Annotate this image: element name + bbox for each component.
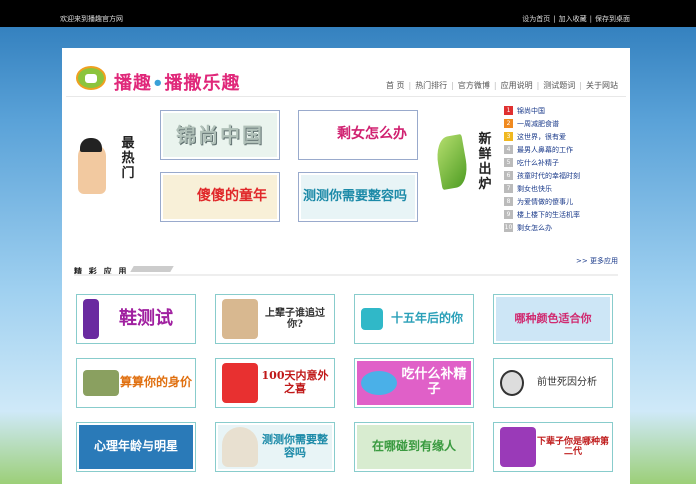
- calculator-icon: [361, 308, 383, 330]
- app-card-surgery-test[interactable]: 测测你需要整容吗: [215, 422, 335, 472]
- app-card-what-to-eat[interactable]: 吃什么补精子: [354, 358, 474, 408]
- app-card-past-life-death[interactable]: 前世死因分析: [493, 358, 613, 408]
- app-card-color-match[interactable]: 哪种颜色适合你: [493, 294, 613, 344]
- save-desktop-link[interactable]: 保存到桌面: [595, 15, 630, 23]
- banner-jinshang-text: 锦尚中国: [163, 113, 277, 157]
- logo-dot: •: [152, 73, 165, 94]
- logo-tv-icon: [76, 66, 106, 90]
- section-divider: [74, 274, 618, 276]
- banner-leftover-women[interactable]: 剩女怎么办: [298, 110, 418, 160]
- list-item[interactable]: 8 为爱情做的傻事儿: [504, 195, 624, 208]
- fresh-label: 新鲜出炉: [478, 132, 492, 192]
- list-item[interactable]: 9 楼上楼下的生活机率: [504, 208, 624, 221]
- banner-leftover-women-text: 剩女怎么办: [301, 113, 415, 157]
- nav-about[interactable]: 关于网站: [586, 81, 618, 90]
- list-item[interactable]: 1 锦尚中国: [504, 104, 624, 117]
- nav-hot-rank[interactable]: 热门排行: [415, 81, 447, 90]
- banner-plastic-surgery-text: 测测你需要整容吗: [301, 175, 415, 219]
- hot-section-label: 最热门: [74, 136, 149, 211]
- add-favorite-link[interactable]: 加入收藏: [559, 15, 587, 23]
- top-links: 设为首页 | 加入收藏 | 保存到桌面: [522, 15, 630, 23]
- header-divider: [66, 96, 626, 97]
- welcome-text: 欢迎来到播趣官方网: [60, 15, 123, 23]
- nav-app-help[interactable]: 应用说明: [501, 81, 533, 90]
- list-item[interactable]: 10 剩女怎么办: [504, 221, 624, 234]
- gift-box-icon: [222, 363, 258, 403]
- site-logo[interactable]: 播趣•播撒乐趣: [74, 60, 249, 96]
- list-item[interactable]: 7 剩女也快乐: [504, 182, 624, 195]
- list-item[interactable]: 2 一周减肥食谱: [504, 117, 624, 130]
- app-card-your-worth[interactable]: 算算你的身价: [76, 358, 196, 408]
- list-item[interactable]: 4 最男人鼻幕的工作: [504, 143, 624, 156]
- rank-list: 1 锦尚中国 2 一周减肥食谱 3 这世界，很有爱 4 最男人鼻幕的工作 5 吃什么补精子…: [504, 104, 624, 234]
- nav-home[interactable]: 首 页: [386, 81, 405, 90]
- banner-silly-childhood[interactable]: 傻傻的童年: [160, 172, 280, 222]
- mummy-face-icon: [222, 427, 258, 467]
- section-tag-decoration: [130, 266, 174, 272]
- app-card-mental-age[interactable]: 心理年龄与明星: [76, 422, 196, 472]
- main-page: 播趣•播撒乐趣 首 页 | 热门排行 | 官方微博 | 应用说明 | 测试题词 | 关于网站 最热门…: [62, 48, 630, 484]
- more-apps-link[interactable]: >> 更多应用: [576, 256, 618, 266]
- banner-silly-childhood-text: 傻傻的童年: [163, 175, 277, 219]
- couple-icon: [222, 299, 258, 339]
- top-bar: 欢迎来到播趣官方网 设为首页 | 加入收藏 | 保存到桌面: [0, 0, 696, 27]
- list-item[interactable]: 5 吃什么补精子: [504, 156, 624, 169]
- list-item[interactable]: 3 这世界，很有爱: [504, 130, 624, 143]
- app-card-past-life-suitor[interactable]: 上辈子谁追过你?: [215, 294, 335, 344]
- hot-label: 最热门: [121, 136, 135, 181]
- logo-text-a: 播趣: [114, 73, 152, 94]
- app-card-next-life[interactable]: 下辈子你是哪种第二代: [493, 422, 613, 472]
- banner-jinshang[interactable]: 锦尚中国: [160, 110, 280, 160]
- app-card-100-days[interactable]: 100天内意外之喜: [215, 358, 335, 408]
- skull-icon: [500, 370, 524, 396]
- app-card-shoe-test[interactable]: 鞋测试: [76, 294, 196, 344]
- megaphone-girl-icon: [78, 138, 106, 194]
- set-homepage-link[interactable]: 设为首页: [522, 15, 550, 23]
- nav-weibo[interactable]: 官方微博: [458, 81, 490, 90]
- main-nav: 首 页 | 热门排行 | 官方微博 | 应用说明 | 测试题词 | 关于网站: [385, 81, 618, 90]
- app-card-fifteen-years[interactable]: 十五年后的你: [354, 294, 474, 344]
- nav-test-words[interactable]: 测试题词: [543, 81, 575, 90]
- app-card-meet-fate[interactable]: 在哪碰到有缘人: [354, 422, 474, 472]
- leaf-icon: [433, 132, 472, 192]
- people-icon: [500, 427, 536, 467]
- list-item[interactable]: 6 孩童时代的幸福时刻: [504, 169, 624, 182]
- fish-icon: [361, 371, 397, 395]
- logo-text-b: 播撒乐趣: [164, 73, 241, 94]
- shoe-icon: [83, 299, 99, 339]
- banner-plastic-surgery[interactable]: 测测你需要整容吗: [298, 172, 418, 222]
- money-icon: [83, 370, 119, 396]
